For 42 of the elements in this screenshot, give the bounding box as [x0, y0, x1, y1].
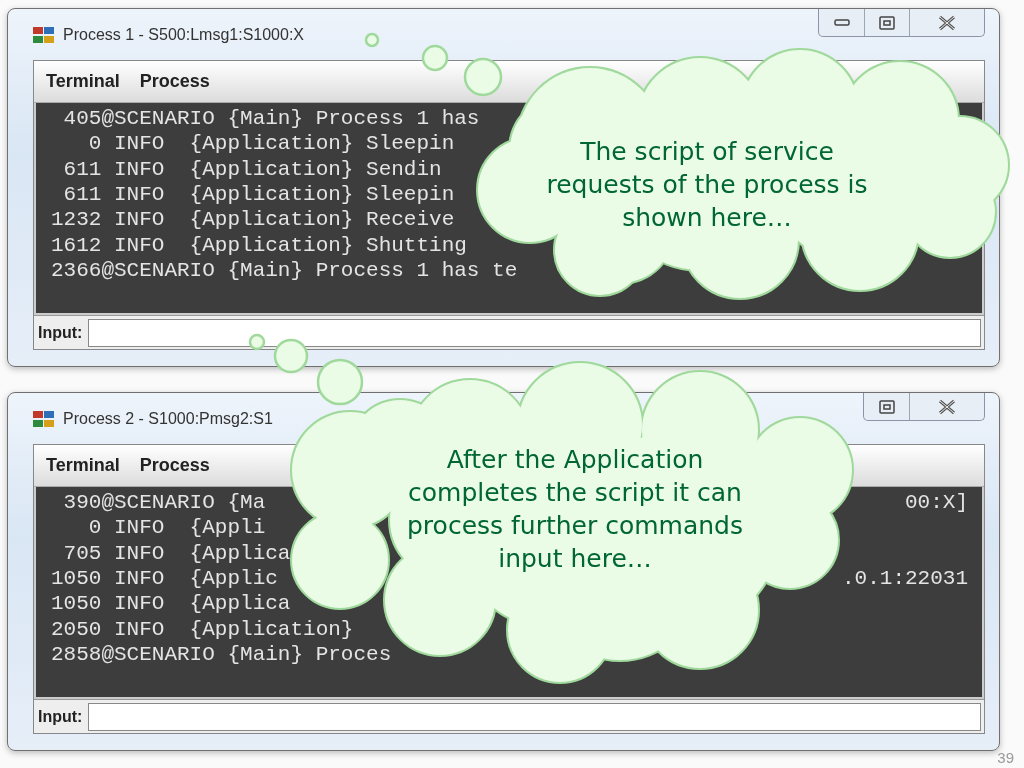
input-label: Input:: [38, 708, 83, 726]
log-line: 705 INFO {Applica: [62, 540, 291, 566]
window-title: Process 2 - S1000:Pmsg2:S1: [63, 409, 273, 428]
minimize-icon: [833, 18, 850, 27]
maximize-icon: [878, 399, 895, 414]
log-line: 2050 INFO {Application}: [51, 616, 354, 642]
log-line: 00:X]: [905, 490, 968, 516]
app-icon: [33, 409, 55, 428]
thought-bubble: [463, 57, 503, 97]
input-field[interactable]: [88, 319, 981, 347]
callout-text: After the Application completes the script it can process further commands input here…: [406, 444, 744, 575]
log-line: 1612 INFO {Application} Shutting: [51, 232, 467, 258]
thought-bubble: [273, 338, 309, 374]
page-number: 39: [997, 749, 1014, 766]
menu-item[interactable]: Process: [139, 455, 210, 476]
log-line: 1050 INFO {Applica: [51, 591, 291, 617]
app-icon: [33, 25, 55, 44]
menu-item[interactable]: Terminal: [46, 71, 120, 92]
log-line: 611 INFO {Application} Sendin: [62, 156, 442, 182]
thought-bubble: [248, 333, 266, 351]
log-line: 2858@SCENARIO {Main} Proces: [51, 641, 392, 667]
menu-item[interactable]: Terminal: [46, 455, 120, 476]
menu-item[interactable]: Process: [139, 71, 210, 92]
thought-bubble: [364, 32, 380, 48]
log-line: 1050 INFO {Applic: [51, 566, 278, 592]
maximize-icon: [879, 15, 895, 30]
log-line: 1232 INFO {Application} Receive: [51, 207, 455, 233]
log-line: .0.1:22031: [841, 566, 968, 592]
thought-bubble: [316, 358, 364, 406]
log-line: 405@SCENARIO {Main} Process 1 has: [62, 106, 480, 132]
input-label: Input:: [38, 324, 83, 342]
thought-bubble: [421, 44, 449, 72]
log-line: 611 INFO {Application} Sleepin: [62, 182, 455, 208]
input-field[interactable]: [88, 703, 981, 731]
window-title: Process 1 - S500:Lmsg1:S1000:X: [63, 25, 305, 44]
log-line: 390@SCENARIO {Ma: [62, 490, 266, 516]
log-line: 0 INFO {Appli: [87, 515, 266, 541]
close-icon: [937, 398, 957, 415]
log-line: 2366@SCENARIO {Main} Process 1 has te: [51, 257, 518, 283]
log-line: 0 INFO {Application} Sleepin: [87, 131, 455, 157]
callout-text: The script of service requests of the process is shown here…: [545, 136, 869, 234]
close-icon: [937, 14, 957, 31]
